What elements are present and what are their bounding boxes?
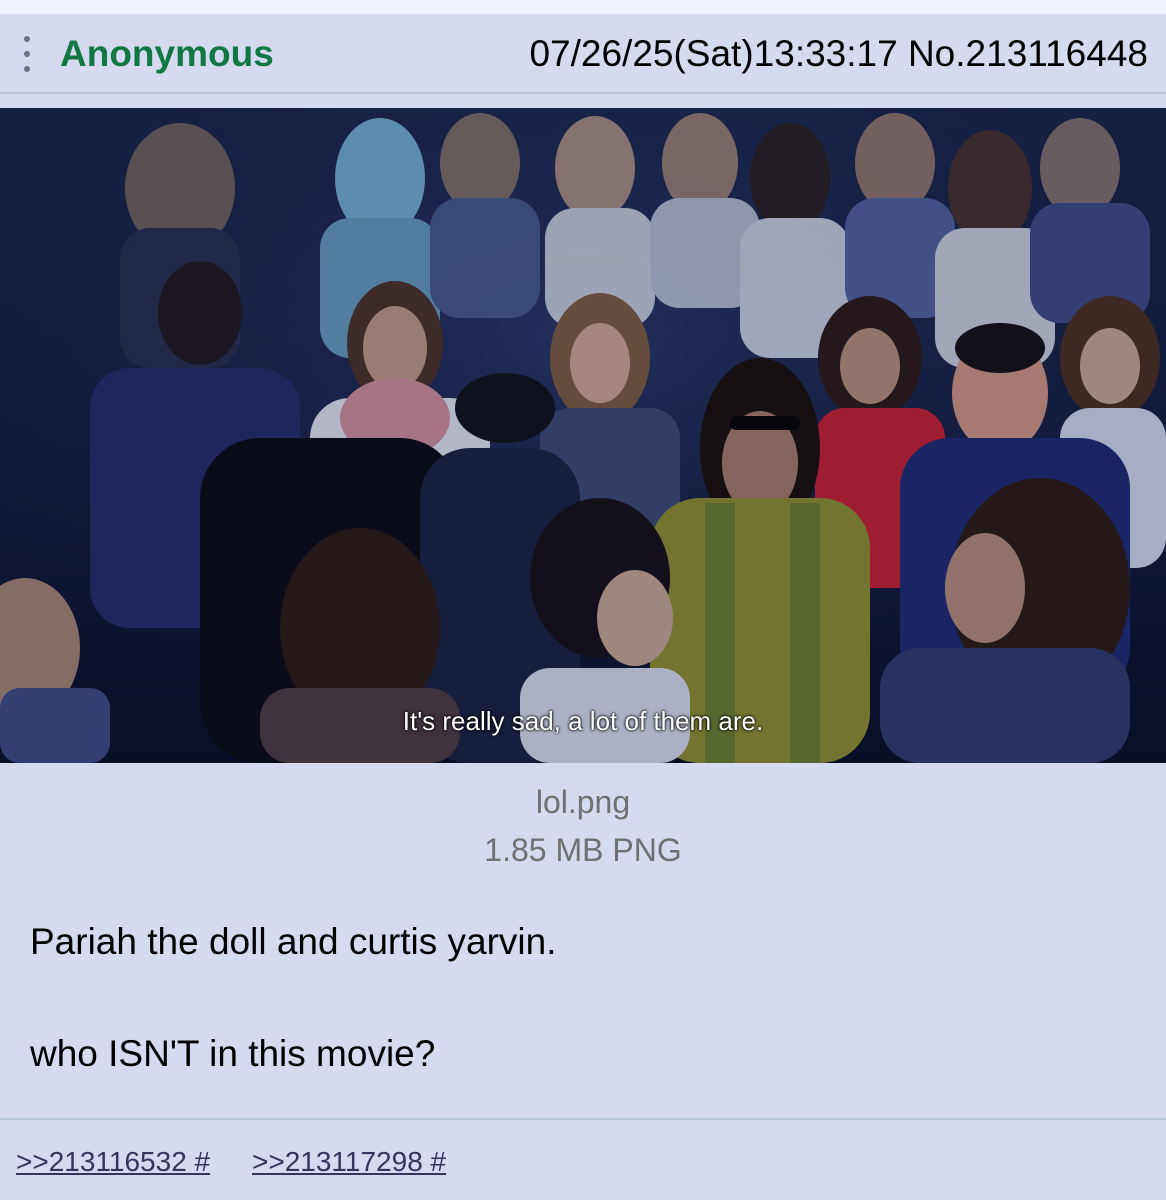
theater-audience-image	[0, 108, 1166, 763]
post-message: Pariah the doll and curtis yarvin. who I…	[30, 922, 1130, 1146]
top-strip	[0, 0, 1166, 14]
image-subtitle: It's really sad, a lot of them are.	[402, 706, 764, 736]
message-line: Pariah the doll and curtis yarvin.	[30, 921, 557, 962]
message-line: who ISN'T in this movie?	[30, 1033, 436, 1074]
post-container: Anonymous 07/26/25(Sat)13:33:17 No.21311…	[0, 14, 1166, 1200]
post-datetime-number[interactable]: 07/26/25(Sat)13:33:17 No.213116448	[529, 34, 1148, 74]
post-header: Anonymous 07/26/25(Sat)13:33:17 No.21311…	[0, 14, 1166, 94]
reply-backlink[interactable]: >>213117298 #	[252, 1146, 446, 1178]
post-image[interactable]: It's really sad, a lot of them are.	[0, 108, 1166, 763]
kebab-menu-icon[interactable]	[22, 36, 32, 72]
file-name-link[interactable]: lol.png	[0, 784, 1166, 820]
poster-name: Anonymous	[60, 33, 274, 74]
reply-backlinks: >>213116532 # >>213117298 #	[0, 1118, 1166, 1200]
reply-backlink[interactable]: >>213116532 #	[16, 1146, 210, 1178]
file-metadata: 1.85 MB PNG	[484, 832, 682, 868]
